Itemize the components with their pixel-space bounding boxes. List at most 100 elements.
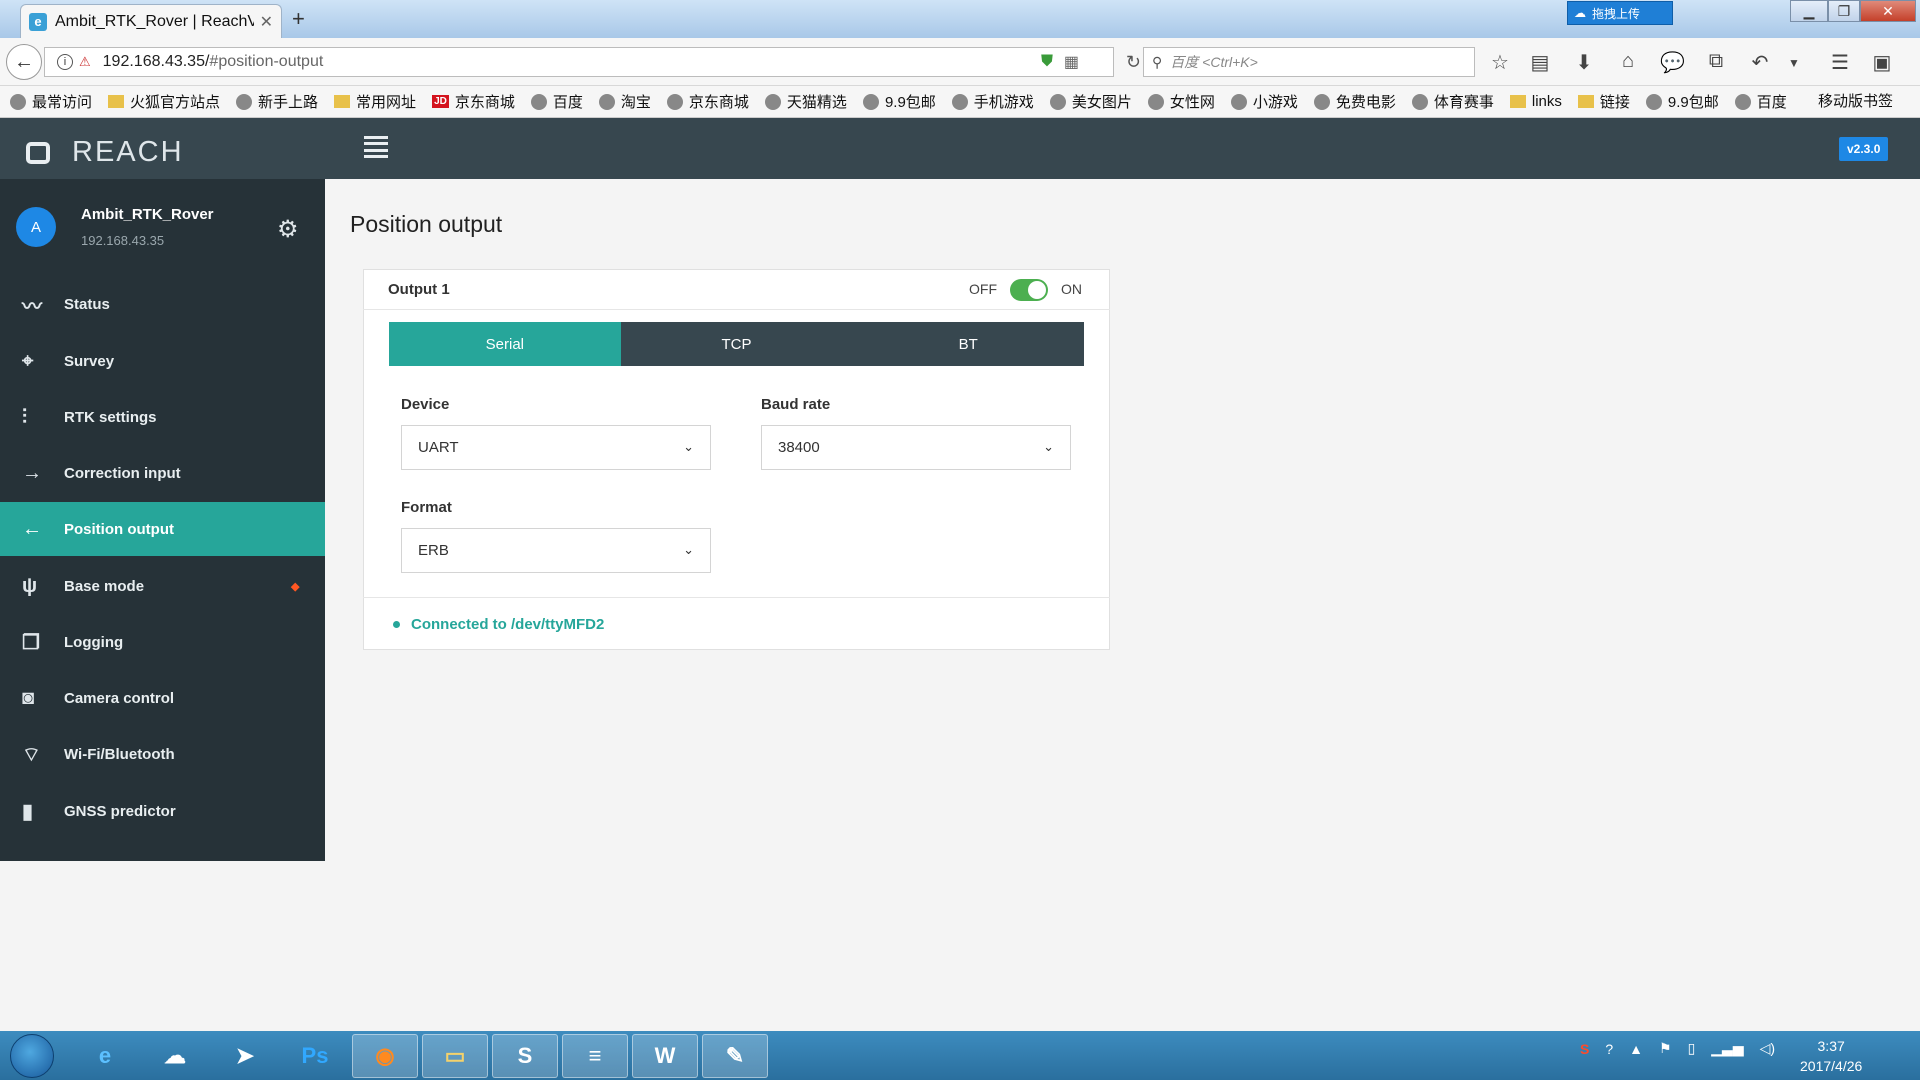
windows-start-icon[interactable] xyxy=(10,1034,54,1078)
antenna-icon: ψ xyxy=(22,574,38,597)
bookmark-item[interactable]: 百度 xyxy=(530,91,583,112)
qr-code-icon[interactable]: ▦ xyxy=(1064,52,1079,72)
crop-icon[interactable]: ⧉ xyxy=(1704,50,1728,73)
bookmark-label: 新手上路 xyxy=(258,94,319,111)
bookmark-item[interactable]: 新手上路 xyxy=(236,91,318,112)
bookmark-item[interactable]: 手机游戏 xyxy=(951,91,1034,112)
tab-bt[interactable]: BT xyxy=(852,322,1084,366)
reach-logo-icon xyxy=(26,141,50,164)
gear-icon[interactable]: ⚙ xyxy=(277,215,299,244)
reading-list-icon[interactable]: ▤ xyxy=(1528,50,1552,75)
battery-icon[interactable]: ▯ xyxy=(1688,1040,1696,1057)
close-window-icon[interactable]: ✕ xyxy=(1860,0,1916,22)
chat-icon[interactable]: 💬 xyxy=(1660,50,1685,75)
bookmark-item[interactable]: 最常访问 xyxy=(10,91,92,112)
home-icon[interactable]: ⌂ xyxy=(1616,50,1640,73)
undo-icon[interactable]: ↶ xyxy=(1748,50,1772,75)
tab-serial[interactable]: Serial xyxy=(389,322,621,366)
shield-icon[interactable]: ⛊ xyxy=(1041,53,1053,71)
bookmark-item[interactable]: 京东商城 xyxy=(666,91,749,112)
version-badge: v2.3.0 xyxy=(1839,137,1889,161)
extension-icon[interactable]: ▣ xyxy=(1870,50,1894,75)
format-select[interactable]: ERB ⌄ xyxy=(401,528,711,573)
maximize-window-icon[interactable]: ❐ xyxy=(1828,0,1860,22)
baidu-cloud-icon[interactable]: ☁ xyxy=(142,1034,208,1078)
sidebar-item-wifi-bluetooth[interactable]: ⌔ Wi-Fi/Bluetooth xyxy=(0,727,325,781)
bookmark-item[interactable]: 女性网 xyxy=(1147,91,1215,112)
ie-icon[interactable]: e xyxy=(72,1034,138,1078)
device-select[interactable]: UART ⌄ xyxy=(401,425,711,470)
back-arrow-icon[interactable]: ← xyxy=(6,44,42,80)
bookmark-item[interactable]: 体育赛事 xyxy=(1411,91,1494,112)
volume-icon[interactable]: ◁) xyxy=(1760,1040,1775,1057)
sidebar-item-correction-input[interactable]: → Correction input xyxy=(0,446,325,500)
sidebar-item-gnss-predictor[interactable]: ▮ GNSS predictor xyxy=(0,784,325,838)
bookmark-label: 体育赛事 xyxy=(1433,94,1494,111)
url-bar[interactable]: i ⚠ 192.168.43.35/#position-output ⛊ ▦ ↻ xyxy=(44,47,1141,77)
status-dot-icon xyxy=(393,621,400,628)
bookmark-item[interactable]: links xyxy=(1509,93,1562,110)
bookmark-item[interactable]: 天猫精选 xyxy=(764,91,847,112)
sogou-ime-icon[interactable]: S xyxy=(1580,1041,1589,1057)
bookmark-item[interactable]: 火狐官方站点 xyxy=(108,91,220,112)
format-label: Format xyxy=(401,499,452,516)
sidebar-item-label: Wi-Fi/Bluetooth xyxy=(64,745,175,763)
bookmark-item[interactable]: 百度 xyxy=(1734,91,1787,112)
toggle-on-label: ON xyxy=(1061,281,1082,297)
device-ip: 192.168.43.35 xyxy=(81,233,165,248)
info-icon[interactable]: i xyxy=(57,54,73,70)
bookmark-item[interactable]: 常用网址 xyxy=(334,91,416,112)
sidebar-item-label: Camera control xyxy=(64,689,175,707)
bookmark-item[interactable]: 免费电影 xyxy=(1313,91,1396,112)
search-placeholder: 百度 <Ctrl+K> xyxy=(1170,54,1258,70)
reload-icon[interactable]: ↻ xyxy=(1126,52,1141,73)
word-icon[interactable]: W xyxy=(632,1034,698,1078)
browser-tab[interactable]: e Ambit_RTK_Rover | ReachV ✕ xyxy=(20,4,282,38)
bookmark-item[interactable]: 9.9包邮 xyxy=(1645,91,1719,112)
firefox-icon[interactable]: ◉ xyxy=(352,1034,418,1078)
sidebar-item-rtk-settings[interactable]: ⫶ RTK settings xyxy=(0,390,325,444)
sidebar-item-base-mode[interactable]: ψ Base mode ◆ xyxy=(0,559,325,613)
help-icon[interactable]: ? xyxy=(1605,1041,1613,1057)
sidebar-item-survey[interactable]: ⌖ Survey xyxy=(0,334,325,388)
format-value: ERB xyxy=(418,542,449,559)
search-input[interactable]: ⚲ 百度 <Ctrl+K> xyxy=(1143,47,1475,77)
hamburger-menu-icon[interactable] xyxy=(364,136,388,158)
search-icon: ⚲ xyxy=(1152,53,1163,70)
download-icon[interactable]: ⬇ xyxy=(1572,50,1596,75)
skype-icon[interactable]: S xyxy=(492,1034,558,1078)
file-explorer-icon[interactable]: ▭ xyxy=(422,1034,488,1078)
menu-icon[interactable]: ☰ xyxy=(1828,50,1852,75)
feiq-icon[interactable]: ➤ xyxy=(212,1034,278,1078)
baud-rate-select[interactable]: 38400 ⌄ xyxy=(761,425,1071,470)
bookmark-item[interactable]: 美女图片 xyxy=(1049,91,1132,112)
sidebar-item-camera-control[interactable]: ◙ Camera control xyxy=(0,671,325,725)
action-center-flag-icon[interactable]: ⚑ xyxy=(1659,1040,1672,1057)
cloud-upload-button[interactable]: ☁ 拖拽上传 xyxy=(1567,1,1673,25)
close-tab-icon[interactable]: ✕ xyxy=(260,12,273,32)
taskbar-clock[interactable]: 3:37 2017/4/26 xyxy=(1800,1036,1862,1076)
star-icon[interactable]: ☆ xyxy=(1488,50,1512,75)
bookmarks-bar: 最常访问 火狐官方站点 新手上路 常用网址 JD 京东商城 百度 淘宝 京东商城 天猫精选 9.9包… xyxy=(0,86,1920,118)
tray-expand-icon[interactable]: ▲ xyxy=(1629,1041,1643,1057)
paint-icon[interactable]: ✎ xyxy=(702,1034,768,1078)
bookmark-label: 9.9包邮 xyxy=(1667,94,1719,111)
bookmark-item[interactable]: 淘宝 xyxy=(598,91,651,112)
new-tab-icon[interactable]: + xyxy=(292,6,305,32)
sidebar-item-position-output[interactable]: ← Position output xyxy=(0,502,325,556)
bookmark-item[interactable]: 小游戏 xyxy=(1230,91,1298,112)
photoshop-icon[interactable]: Ps xyxy=(282,1034,348,1078)
sidebar-item-logging[interactable]: ❐ Logging xyxy=(0,615,325,669)
bookmark-item[interactable]: 链接 xyxy=(1577,91,1630,112)
output-enable-toggle[interactable] xyxy=(1010,279,1048,301)
tab-tcp[interactable]: TCP xyxy=(621,322,853,366)
dropdown-arrow-icon[interactable]: ▼ xyxy=(1782,56,1806,70)
minimize-window-icon[interactable]: ▁ xyxy=(1790,0,1828,22)
bookmark-item[interactable]: 9.9包邮 xyxy=(862,91,936,112)
network-signal-icon[interactable]: ▁▃▅ xyxy=(1711,1040,1743,1057)
bookmark-item[interactable]: JD 京东商城 xyxy=(432,91,515,112)
sidebar-item-status[interactable]: 〰 Status xyxy=(0,277,325,331)
sidebar-item-label: Status xyxy=(64,295,110,313)
mobile-bookmarks-link[interactable]: 移动版书签 xyxy=(1818,90,1893,111)
stack-app-icon[interactable]: ≡ xyxy=(562,1034,628,1078)
